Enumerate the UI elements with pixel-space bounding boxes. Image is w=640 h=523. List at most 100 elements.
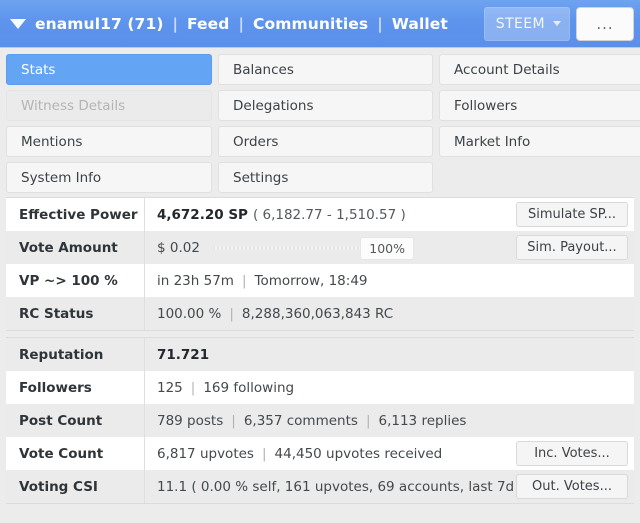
row-action: Simulate SP... xyxy=(516,198,634,231)
nav-link-communities[interactable]: Communities xyxy=(253,15,368,33)
row-label: Followers xyxy=(6,371,145,404)
comments-count: 6,357 comments xyxy=(243,412,358,429)
caret-down-icon[interactable] xyxy=(10,18,26,29)
tab-witness-details: Witness Details xyxy=(6,90,212,121)
sim-payout-label: Sim. Payout... xyxy=(527,240,617,255)
row-value: in 23h 57m | Tomorrow, 18:49 xyxy=(145,264,634,297)
vp-remaining-time: in 23h 57m xyxy=(157,272,234,289)
table-row-vote-count: Vote Count 6,817 upvotes | 44,450 upvote… xyxy=(6,437,634,470)
row-label: Effective Power xyxy=(6,198,145,231)
outgoing-votes-button[interactable]: Out. Votes... xyxy=(516,474,628,499)
stats-content: Effective Power 4,672.20 SP ( 6,182.77 -… xyxy=(0,197,640,523)
row-value: 125 | 169 following xyxy=(145,371,634,404)
row-value: 11.1 ( 0.00 % self, 161 upvotes, 69 acco… xyxy=(145,470,516,503)
row-value: 789 posts | 6,357 comments | 6,113 repli… xyxy=(145,404,634,437)
row-value: 6,817 upvotes | 44,450 upvotes received xyxy=(145,437,516,470)
tab-orders[interactable]: Orders xyxy=(218,126,433,157)
value-separator: | xyxy=(229,305,234,322)
row-label: Reputation xyxy=(6,338,145,371)
tab-system-info[interactable]: System Info xyxy=(6,162,212,193)
sim-payout-button[interactable]: Sim. Payout... xyxy=(516,235,628,260)
row-label: Post Count xyxy=(6,404,145,437)
reputation-value: 71.721 xyxy=(157,346,210,363)
tab-account-details[interactable]: Account Details xyxy=(439,54,640,85)
upvotes-received: 44,450 upvotes received xyxy=(274,445,443,462)
table-row-reputation: Reputation 71.721 xyxy=(6,338,634,371)
tab-witness-details-label: Witness Details xyxy=(21,97,126,114)
tab-placeholder xyxy=(439,162,640,193)
nav-link-feed[interactable]: Feed xyxy=(187,15,229,33)
account-stats-app: enamul17 (71) | Feed | Communities | Wal… xyxy=(0,0,640,523)
tab-followers-label: Followers xyxy=(454,97,518,114)
effective-power-detail: ( 6,182.77 - 1,510.57 ) xyxy=(252,206,406,223)
voting-power-progress: 100% xyxy=(213,237,414,260)
effective-power-value: 4,672.20 SP xyxy=(157,206,248,223)
more-options-label: ... xyxy=(596,14,614,33)
value-separator: | xyxy=(231,412,236,429)
table-row-voting-csi: Voting CSI 11.1 ( 0.00 % self, 161 upvot… xyxy=(6,470,634,503)
table-row-post-count: Post Count 789 posts | 6,357 comments | … xyxy=(6,404,634,437)
row-value: 4,672.20 SP ( 6,182.77 - 1,510.57 ) xyxy=(145,198,516,231)
tabs-container: Stats Balances Account Details Witness D… xyxy=(0,48,640,197)
more-options-button[interactable]: ... xyxy=(576,6,634,41)
upvotes-given: 6,817 upvotes xyxy=(157,445,254,462)
table-row-rc-status: RC Status 100.00 % | 8,288,360,063,843 R… xyxy=(6,297,634,330)
simulate-sp-button[interactable]: Simulate SP... xyxy=(516,202,628,227)
token-selector-label: STEEM xyxy=(495,15,545,32)
vp-full-datetime: Tomorrow, 18:49 xyxy=(254,272,368,289)
tab-settings[interactable]: Settings xyxy=(218,162,433,193)
tabs-grid: Stats Balances Account Details Witness D… xyxy=(6,54,640,193)
followers-count: 125 xyxy=(157,379,183,396)
rc-absolute: 8,288,360,063,843 RC xyxy=(241,305,394,322)
value-separator: | xyxy=(261,445,267,462)
incoming-votes-button[interactable]: Inc. Votes... xyxy=(516,441,628,466)
replies-count: 6,113 replies xyxy=(378,412,467,429)
value-separator: | xyxy=(190,379,196,396)
nav-link-wallet[interactable]: Wallet xyxy=(392,15,448,33)
table-row-followers: Followers 125 | 169 following xyxy=(6,371,634,404)
row-action: Out. Votes... xyxy=(516,470,634,503)
stats-table-primary: Effective Power 4,672.20 SP ( 6,182.77 -… xyxy=(6,197,634,331)
row-label: Vote Amount xyxy=(6,231,145,264)
rc-percent: 100.00 % xyxy=(157,305,222,322)
row-action: Inc. Votes... xyxy=(516,437,634,470)
tab-account-details-label: Account Details xyxy=(454,61,560,78)
vote-amount-group: $ 0.02 100% xyxy=(157,237,516,260)
row-label: VP ~> 100 % xyxy=(6,264,145,297)
value-separator: | xyxy=(241,272,247,289)
outgoing-votes-label: Out. Votes... xyxy=(532,479,612,494)
tab-delegations[interactable]: Delegations xyxy=(218,90,433,121)
tab-stats-label: Stats xyxy=(21,61,56,78)
row-label: RC Status xyxy=(6,297,145,330)
table-row-vote-amount: Vote Amount $ 0.02 100% Sim. Payout... xyxy=(6,231,634,264)
tab-followers[interactable]: Followers xyxy=(439,90,640,121)
nav-right-group: STEEM ... xyxy=(483,0,634,47)
value-separator: | xyxy=(365,412,371,429)
token-selector[interactable]: STEEM xyxy=(483,6,570,41)
tab-delegations-label: Delegations xyxy=(233,97,314,114)
incoming-votes-label: Inc. Votes... xyxy=(534,446,610,461)
nav-separator-2: | xyxy=(238,14,244,33)
tab-market-info[interactable]: Market Info xyxy=(439,126,640,157)
progress-percent-badge: 100% xyxy=(360,237,414,260)
vote-amount-value: $ 0.02 xyxy=(157,239,200,256)
row-action: Sim. Payout... xyxy=(516,231,634,264)
table-row-vp-to-full: VP ~> 100 % in 23h 57m | Tomorrow, 18:49 xyxy=(6,264,634,297)
simulate-sp-label: Simulate SP... xyxy=(527,207,617,222)
row-value: 100.00 % | 8,288,360,063,843 RC xyxy=(145,297,634,330)
tab-balances-label: Balances xyxy=(233,61,294,78)
tab-orders-label: Orders xyxy=(233,133,279,150)
tab-balances[interactable]: Balances xyxy=(218,54,433,85)
row-label: Voting CSI xyxy=(6,470,145,503)
row-value: 71.721 xyxy=(145,338,634,371)
tab-market-info-label: Market Info xyxy=(454,133,531,150)
following-count: 169 following xyxy=(203,379,295,396)
tab-settings-label: Settings xyxy=(233,169,289,186)
tab-stats[interactable]: Stats xyxy=(6,54,212,85)
nav-username[interactable]: enamul17 (71) xyxy=(35,15,164,33)
tab-mentions[interactable]: Mentions xyxy=(6,126,212,157)
top-navigation-bar: enamul17 (71) | Feed | Communities | Wal… xyxy=(0,0,640,48)
nav-separator-3: | xyxy=(377,14,383,33)
chevron-down-icon xyxy=(553,21,561,26)
posts-count: 789 posts xyxy=(157,412,224,429)
